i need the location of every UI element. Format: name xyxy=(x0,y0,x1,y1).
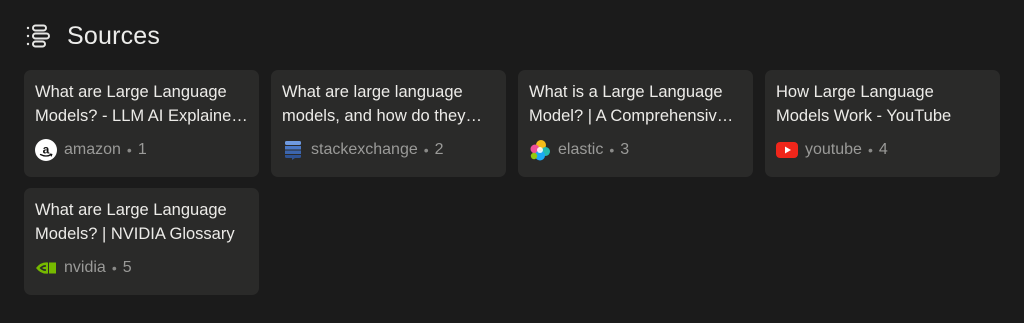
svg-text:a: a xyxy=(43,143,50,157)
sources-title: Sources xyxy=(67,21,161,50)
source-card-meta: nvidia • 5 xyxy=(35,256,132,280)
youtube-favicon-icon xyxy=(776,139,798,161)
source-site-name: nvidia xyxy=(64,259,106,276)
meta-separator: • xyxy=(867,142,873,158)
amazon-favicon-icon: a xyxy=(35,139,57,161)
source-index: 1 xyxy=(137,141,147,158)
source-index: 2 xyxy=(434,141,444,158)
meta-separator: • xyxy=(609,142,615,158)
source-site-name: youtube xyxy=(805,141,862,158)
source-card-title: What are Large Language Models? - LLM AI… xyxy=(35,83,241,125)
source-card-title: What is a Large Language Model? | A Comp… xyxy=(529,83,726,125)
source-card-title: How Large Language Models Work - YouTube xyxy=(776,83,952,125)
meta-separator: • xyxy=(126,142,132,158)
source-site-name: elastic xyxy=(558,141,604,158)
source-card-youtube[interactable]: How Large Language Models Work - YouTube… xyxy=(765,70,1000,177)
source-card-title: What are Large Language Models? | NVIDIA… xyxy=(35,201,235,243)
source-site-name: amazon xyxy=(64,141,121,158)
source-card-amazon[interactable]: What are Large Language Models? - LLM AI… xyxy=(24,70,259,177)
source-card-title: What are large language models, and how … xyxy=(282,83,466,125)
sources-list-icon xyxy=(25,23,51,49)
elastic-favicon-icon xyxy=(529,139,551,161)
source-card-elastic[interactable]: What is a Large Language Model? | A Comp… xyxy=(518,70,753,177)
source-card-meta: stackexchange • 2 xyxy=(282,138,444,162)
source-index: 5 xyxy=(122,259,132,276)
source-index: 3 xyxy=(620,141,630,158)
source-card-meta: elastic • 3 xyxy=(529,138,629,162)
source-site-name: stackexchange xyxy=(311,141,418,158)
meta-separator: • xyxy=(423,142,429,158)
nvidia-favicon-icon xyxy=(35,257,57,279)
sources-grid: What are Large Language Models? - LLM AI… xyxy=(24,70,1002,295)
meta-separator: • xyxy=(111,260,117,276)
source-card-meta: youtube • 4 xyxy=(776,138,888,162)
source-index: 4 xyxy=(878,141,888,158)
stackexchange-favicon-icon xyxy=(282,139,304,161)
source-card-stackexchange[interactable]: What are large language models, and how … xyxy=(271,70,506,177)
source-card-meta: a amazon • 1 xyxy=(35,138,147,162)
sources-header: Sources xyxy=(25,20,160,52)
source-card-nvidia[interactable]: What are Large Language Models? | NVIDIA… xyxy=(24,188,259,295)
